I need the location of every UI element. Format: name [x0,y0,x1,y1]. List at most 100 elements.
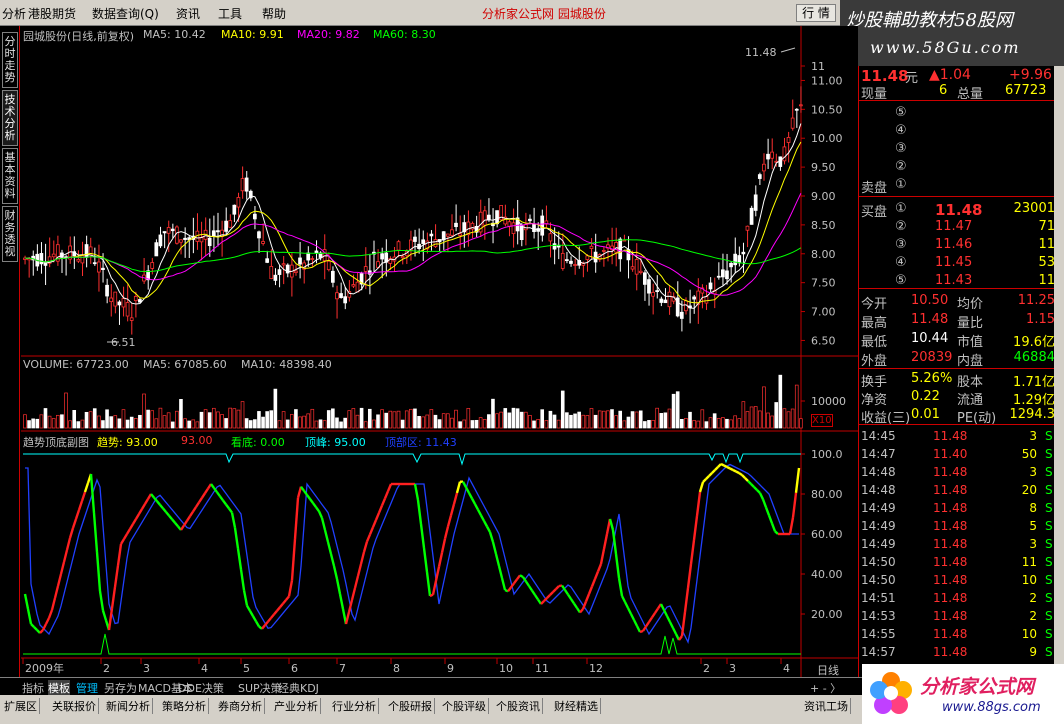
volume-bar [302,415,306,429]
candle-body [450,229,454,236]
candle-body [277,269,282,275]
volume-bar [84,411,89,429]
menu-data-query[interactable]: 数据查询(Q) [92,5,159,22]
volume-bar [23,414,27,429]
indicator-tab[interactable]: 经典KDJ [278,680,319,696]
menu-news[interactable]: 资讯 [176,5,200,22]
volume-bar [762,386,766,429]
quote-button[interactable]: 行 情 [796,4,836,22]
candle-body [162,231,167,234]
info-tab[interactable]: 关联报价 [50,698,99,714]
volume-bar [667,408,672,429]
tab-intraday[interactable]: 分时走势 [2,32,18,88]
tick-price: 11.48 [933,609,968,623]
chart-area[interactable]: 11 11.00 10.50 10.00 9.50 9.00 8.50 8.00 7.50 7.0… [21,26,858,677]
candle-body [211,230,216,237]
tab-fundamentals[interactable]: 基本资料 [2,148,18,204]
stat2-row: 收益(三) 0.01 PE(动) 1294.3 [859,406,1055,426]
sell-level: ④ [895,123,907,138]
volume-bar [643,421,647,429]
volume-bar [725,418,729,429]
info-tab[interactable]: 财经精选 [552,698,601,714]
info-tab[interactable]: 个股资讯 [494,698,543,714]
volume-bar [437,419,442,429]
tab-technical[interactable]: 技术分析 [2,90,18,146]
stat-value: 11.48 [911,312,949,327]
trend-line-segment [732,468,737,473]
volume-bar [261,416,265,429]
volume-bar [782,408,787,429]
volume-bar [458,421,462,429]
volume-bar [298,416,302,429]
tick-time: 14:49 [861,537,896,551]
buy-row: ③ 11.46 11 [859,236,1055,254]
candle-body [84,244,89,258]
site-logo: 分析家公式网 www.88gs.com [862,664,1064,724]
indicator-tab[interactable]: 指标 [22,680,44,696]
volume-bar [704,421,709,429]
ma10-label: MA10: 9.91 [221,28,284,41]
trend-line-segment [639,629,644,634]
info-tab[interactable]: 行业分析 [330,698,379,714]
volume-bar [125,419,130,429]
volume-bar [113,415,118,429]
volume-bar [372,419,376,429]
volume-bar [105,409,109,429]
tick-volume: 10 [1021,573,1037,587]
volume-bar [794,384,799,429]
indicator-tab[interactable]: DDE决策 [178,680,224,696]
tick-row: 14:55 11.48 10 S [859,626,1055,644]
info-tab[interactable]: 个股评级 [440,698,489,714]
menu-help[interactable]: 帮助 [262,5,286,22]
indicator-tab[interactable]: 模板 [48,680,70,696]
volume-bar [347,410,352,429]
indicator-tab[interactable]: 另存为 [104,680,137,696]
volume-bar [454,409,458,429]
info-tab[interactable]: 扩展区 [2,698,40,714]
info-tab[interactable]: 产业分析 [272,698,321,714]
candle-body [244,177,249,192]
menu-tools[interactable]: 工具 [218,5,242,22]
volume-bar [560,390,565,429]
volume-bar [39,414,44,429]
indicator-title: 趋势顶底副图 [23,436,89,449]
volume-bar [117,418,122,429]
candle-body [745,225,750,231]
volume-bar [445,413,450,429]
volume-bar [273,388,278,429]
info-tab[interactable]: 个股研报 [386,698,435,714]
info-tab[interactable]: 策略分析 [160,698,209,714]
menu-hk-futures[interactable]: 港股期货 [28,5,76,22]
volume-bar [207,412,212,429]
indicator-tab[interactable]: 管理 [76,680,98,696]
chart-svg[interactable]: 1111.0010.5010.009.509.008.508.007.507.0… [21,26,858,677]
indicator-tab[interactable]: SUP决策 [238,680,282,696]
tick-time: 14:49 [861,501,896,515]
stat-label: 内盘 [957,354,984,369]
tick-row: 14:57 11.48 9 S [859,644,1055,662]
quote-scrollbar[interactable] [1054,66,1064,677]
candle-body [51,253,56,258]
volume-bar [322,420,327,429]
candle-body [692,296,696,300]
zoom-controls[interactable]: + - 〉 [810,680,841,696]
sell-level: ② [895,159,907,174]
bottom-label: 看底: 0.00 [231,436,285,449]
candle-body [133,296,138,302]
volume-bar [162,415,167,429]
stat-value: 20839 [911,350,953,365]
info-tab[interactable]: 券商分析 [216,698,265,714]
volume-bar [400,419,405,429]
info-workshop[interactable]: 资讯工场 [802,698,851,714]
volume-bar [220,414,224,429]
info-tab[interactable]: 新闻分析 [104,698,153,714]
volume-bar [138,414,142,429]
tab-financials[interactable]: 财务透视 [2,206,18,262]
tick-row: 14:50 11.48 11 S [859,554,1055,572]
tick-side: S [1045,465,1053,479]
volume-bar [158,407,163,429]
candle-body [228,220,233,228]
menu-analysis[interactable]: 分析 [2,5,26,22]
tick-price: 11.48 [933,465,968,479]
period-label[interactable]: 日线 [817,662,839,678]
